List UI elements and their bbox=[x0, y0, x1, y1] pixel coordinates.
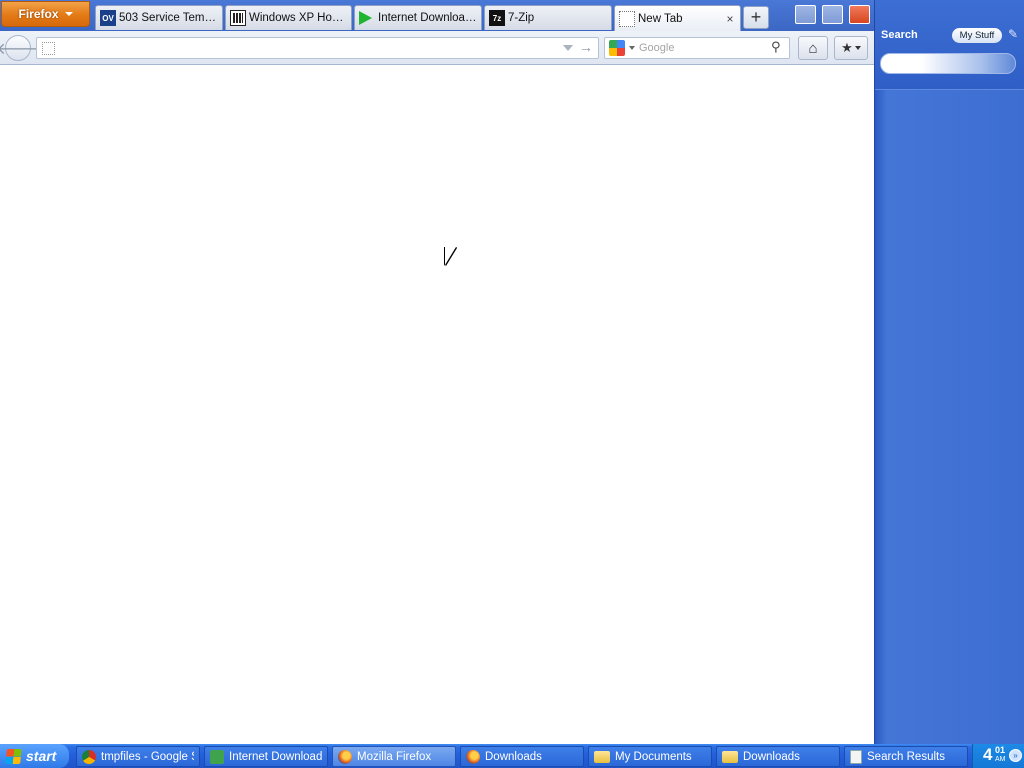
taskbar-item-downloads-folder[interactable]: Downloads bbox=[716, 746, 840, 767]
chevron-down-icon bbox=[64, 12, 73, 16]
taskbar-item-label: Downloads bbox=[485, 750, 542, 763]
folder-icon bbox=[722, 750, 738, 763]
wikipedia-favicon-icon bbox=[230, 10, 246, 26]
idm-icon bbox=[210, 749, 224, 764]
taskbar: start tmpfiles - Google Se Internet Down… bbox=[0, 744, 1024, 768]
sidebar-search-input[interactable] bbox=[880, 53, 1016, 74]
firefox-menu-label: Firefox bbox=[18, 7, 59, 21]
chevron-down-icon[interactable] bbox=[629, 46, 635, 50]
tab-label: Internet Download ... bbox=[378, 12, 477, 24]
close-tab-icon[interactable]: × bbox=[724, 12, 736, 26]
clock-hour[interactable]: 4 bbox=[983, 745, 992, 765]
tab-7-zip[interactable]: 7z 7-Zip bbox=[484, 5, 612, 30]
taskbar-item-my-documents[interactable]: My Documents bbox=[588, 746, 712, 767]
bookmark-star-icon: ★ bbox=[841, 40, 853, 55]
windows-flag-icon bbox=[5, 748, 22, 764]
tab-label: Windows XP Home ... bbox=[249, 12, 347, 24]
identity-icon bbox=[42, 42, 55, 55]
tab-windows-xp-home[interactable]: Windows XP Home ... bbox=[225, 5, 352, 30]
7zip-favicon-icon: 7z bbox=[489, 10, 505, 26]
go-arrow-icon[interactable]: → bbox=[579, 39, 593, 55]
firefox-icon bbox=[466, 749, 480, 764]
taskbar-item-search-results[interactable]: Search Results bbox=[844, 746, 968, 767]
maximize-button[interactable] bbox=[822, 5, 843, 24]
taskbar-item-label: My Documents bbox=[615, 750, 692, 763]
tab-bar: Firefox OV 503 Service Tempo... Windows … bbox=[0, 0, 874, 31]
search-icon[interactable]: ⚲ bbox=[771, 39, 781, 55]
tab-label: New Tab bbox=[638, 12, 683, 25]
system-tray: 4 01 AM » bbox=[972, 744, 1024, 768]
folder-icon bbox=[594, 750, 610, 763]
chrome-icon bbox=[82, 749, 96, 764]
taskbar-item-mozilla-firefox[interactable]: Mozilla Firefox bbox=[332, 746, 456, 767]
navigation-toolbar: 🡐 → ⚲ ⌂ ★ bbox=[0, 31, 874, 65]
firefox-menu-button[interactable]: Firefox bbox=[1, 1, 90, 27]
pin-icon[interactable]: ✎ bbox=[1008, 27, 1018, 41]
search-sidebar: Search My Stuff ✎ bbox=[874, 0, 1024, 744]
tab-new-tab[interactable]: New Tab × bbox=[614, 5, 741, 31]
start-button[interactable]: start bbox=[0, 744, 69, 768]
minimize-button[interactable] bbox=[795, 5, 816, 24]
play-favicon-icon bbox=[359, 11, 372, 25]
taskbar-item-label: Internet Download M bbox=[229, 750, 322, 763]
clock-ampm[interactable]: AM bbox=[995, 756, 1006, 763]
home-button[interactable]: ⌂ bbox=[798, 36, 828, 60]
clock-minutes[interactable]: 01 bbox=[995, 745, 1005, 755]
firefox-icon bbox=[338, 749, 352, 764]
taskbar-item-downloads-firefox[interactable]: Downloads bbox=[460, 746, 584, 767]
url-bar[interactable]: → bbox=[36, 37, 599, 59]
tab-internet-download[interactable]: Internet Download ... bbox=[354, 5, 482, 30]
tab-503-service[interactable]: OV 503 Service Tempo... bbox=[95, 5, 223, 30]
taskbar-item-label: Downloads bbox=[743, 750, 800, 763]
new-tab-button[interactable]: + bbox=[743, 6, 769, 29]
history-dropdown-icon[interactable] bbox=[563, 45, 573, 51]
google-icon[interactable] bbox=[609, 40, 625, 56]
sidebar-header: Search My Stuff ✎ bbox=[875, 0, 1024, 90]
search-input[interactable] bbox=[639, 40, 764, 56]
bookmarks-button[interactable]: ★ bbox=[834, 36, 868, 60]
firefox-window: Firefox OV 503 Service Tempo... Windows … bbox=[0, 0, 874, 744]
ov-favicon-icon: OV bbox=[100, 10, 116, 26]
blank-page-icon bbox=[619, 10, 635, 27]
taskbar-item-tmpfiles[interactable]: tmpfiles - Google Se bbox=[76, 746, 200, 767]
taskbar-item-label: Search Results bbox=[867, 750, 945, 763]
tab-label: 7-Zip bbox=[508, 12, 535, 24]
url-input[interactable] bbox=[63, 40, 553, 56]
search-results-icon bbox=[850, 749, 862, 764]
chevron-down-icon bbox=[854, 46, 861, 50]
taskbar-item-internet-download[interactable]: Internet Download M bbox=[204, 746, 328, 767]
my-stuff-button[interactable]: My Stuff bbox=[952, 28, 1002, 43]
taskbar-item-label: tmpfiles - Google Se bbox=[101, 750, 194, 763]
page-content[interactable] bbox=[0, 66, 874, 744]
start-label: start bbox=[26, 748, 57, 764]
tab-label: 503 Service Tempo... bbox=[119, 12, 218, 24]
close-window-button[interactable] bbox=[849, 5, 870, 24]
tray-expand-icon[interactable]: » bbox=[1009, 749, 1022, 762]
back-button[interactable]: 🡐 bbox=[0, 35, 39, 61]
taskbar-item-label: Mozilla Firefox bbox=[357, 750, 432, 763]
search-bar[interactable]: ⚲ bbox=[604, 37, 790, 59]
sidebar-title: Search bbox=[881, 29, 918, 41]
mouse-cursor-icon bbox=[445, 247, 456, 265]
